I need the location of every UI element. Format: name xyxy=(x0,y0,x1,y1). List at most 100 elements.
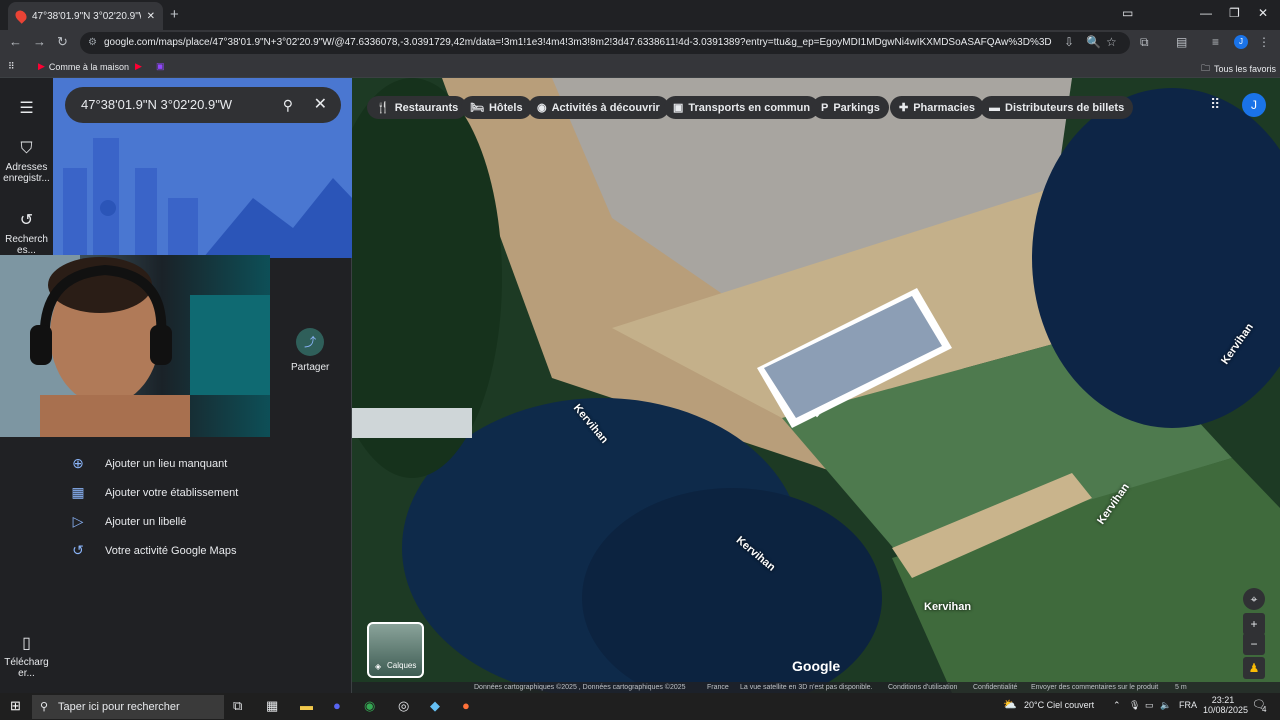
google-apps-icon[interactable]: ⠿ xyxy=(1210,96,1220,113)
menu-icon[interactable]: ⋮ xyxy=(1258,35,1270,49)
microphone-icon[interactable]: 🎙 xyxy=(1129,700,1140,711)
site-info-icon[interactable]: ⚙ xyxy=(88,32,97,54)
feedback-link[interactable]: Envoyer des commentaires sur le produit xyxy=(1031,684,1158,691)
bed-icon: 🛏 xyxy=(470,102,484,114)
close-icon[interactable]: ✕ xyxy=(314,87,327,123)
close-tab-icon[interactable]: ✕ xyxy=(147,11,155,22)
scale-bar[interactable]: 5 m xyxy=(1175,684,1187,691)
clock-time: 23:21 xyxy=(1211,695,1235,705)
zoom-in-button[interactable]: + xyxy=(1243,613,1265,635)
minimize-button[interactable]: — xyxy=(1200,6,1212,20)
privacy-link[interactable]: Confidentialité xyxy=(973,684,1017,691)
menu-label: Votre activité Google Maps xyxy=(105,544,237,557)
layers-label: Calques xyxy=(387,661,417,670)
terms-link[interactable]: Conditions d'utilisation xyxy=(888,684,957,691)
menu-label: Ajouter un lieu manquant xyxy=(105,457,228,470)
steam-icon[interactable]: ◆ xyxy=(430,698,440,714)
store-icon[interactable]: ▦ xyxy=(266,698,278,714)
weather-icon[interactable]: ⛅ xyxy=(1003,698,1017,711)
obs-icon[interactable]: ◎ xyxy=(398,698,409,714)
layers-button[interactable]: ◈ Calques xyxy=(367,622,424,678)
pegman-icon[interactable]: ♟ xyxy=(1243,657,1265,679)
menu-label: Ajouter un libellé xyxy=(105,515,187,528)
label-icon: ▷ xyxy=(72,513,84,529)
chip-hotels[interactable]: 🛏 Hôtels xyxy=(461,96,532,119)
chip-parking[interactable]: P Parkings xyxy=(812,96,889,119)
back-icon[interactable]: ← xyxy=(9,34,22,49)
clock-date: 10/08/2025 xyxy=(1203,705,1249,715)
profile-avatar[interactable]: J xyxy=(1234,35,1248,49)
chip-activities[interactable]: ◉ Activités à découvrir xyxy=(528,96,669,119)
windows-taskbar: ⊞ ⚲ Taper ici pour rechercher ⧉ ▦ ▬ ● ◉ … xyxy=(0,693,1280,720)
apps-icon[interactable]: ⠿ xyxy=(8,61,15,72)
windows-start-icon[interactable]: ⊞ xyxy=(10,698,21,714)
youtube-bookmark-icon[interactable]: ▶ xyxy=(135,61,142,72)
chip-atm[interactable]: ▬ Distributeurs de billets xyxy=(980,96,1134,119)
menu-add-business[interactable]: ▦ Ajouter votre établissement xyxy=(69,484,238,501)
chip-label: Activités à découvrir xyxy=(551,101,660,114)
menu-add-missing-place[interactable]: ⊕ Ajouter un lieu manquant xyxy=(69,455,227,472)
share-label: Partager xyxy=(291,362,330,373)
discord-icon[interactable]: ● xyxy=(333,698,341,713)
restore-button[interactable]: ❐ xyxy=(1229,6,1240,20)
sidepanel-icon[interactable]: ▤ xyxy=(1176,35,1187,49)
rail-recent[interactable]: ↺ Recherch es... xyxy=(0,210,53,256)
chip-label: Pharmacies xyxy=(913,101,975,114)
streamer-image xyxy=(0,255,270,437)
my-location-icon[interactable]: ⌖ xyxy=(1243,588,1265,610)
extensions-icon[interactable]: ⧉ xyxy=(1140,35,1149,50)
chip-transit[interactable]: ▣ Transports en commun xyxy=(664,96,820,119)
search-box[interactable]: 47°38'01.9"N 3°02'20.9"W ⚲ ✕ xyxy=(65,87,341,123)
task-view-icon[interactable]: ⧉ xyxy=(233,698,242,714)
cast-icon[interactable]: ▭ xyxy=(1122,6,1133,20)
search-icon[interactable]: ⚲ xyxy=(283,87,293,123)
menu-add-label[interactable]: ▷ Ajouter un libellé xyxy=(69,513,187,530)
atm-icon: ▬ xyxy=(989,101,1000,114)
tab-title: 47°38'01.9"N 3°02'20.9"W - Go xyxy=(32,10,141,22)
install-icon[interactable]: ⇩ xyxy=(1064,35,1074,49)
chip-pharmacies[interactable]: ✚ Pharmacies xyxy=(890,96,984,119)
url-field[interactable]: ⚙ google.com/maps/place/47°38'01.9"N+3°0… xyxy=(80,32,1130,54)
zoom-icon[interactable]: 🔍 xyxy=(1086,35,1101,49)
bookmark-star-icon[interactable]: ☆ xyxy=(1106,35,1117,49)
taskbar-search[interactable]: ⚲ Taper ici pour rechercher xyxy=(32,695,224,719)
rail-recent-label: Recherch es... xyxy=(5,234,48,256)
media-icon[interactable]: ≡ xyxy=(1212,35,1219,49)
rail-download-label: Télécharg er... xyxy=(4,657,49,679)
url-text: google.com/maps/place/47°38'01.9"N+3°02'… xyxy=(104,37,1052,48)
browser-tab[interactable]: 47°38'01.9"N 3°02'20.9"W - Go ✕ xyxy=(8,2,163,30)
new-tab-button[interactable]: + xyxy=(170,6,179,23)
clock[interactable]: 23:21 10/08/2025 xyxy=(1203,695,1249,715)
chip-restaurants[interactable]: 🍴 Restaurants xyxy=(367,96,468,119)
volume-icon[interactable]: 🔈 xyxy=(1160,700,1171,711)
file-explorer-icon[interactable]: ▬ xyxy=(300,698,313,713)
menu-hamburger-icon[interactable]: ☰ xyxy=(0,98,53,122)
network-icon[interactable]: ▭ xyxy=(1145,700,1154,711)
language-indicator[interactable]: FRA xyxy=(1179,700,1197,710)
share-button[interactable]: ⤴ Partager xyxy=(291,328,329,373)
add-location-icon: ⊕ xyxy=(72,455,84,471)
all-bookmarks[interactable]: 🗀 Tous les favoris xyxy=(1201,61,1276,77)
firefox-icon[interactable]: ● xyxy=(462,698,470,713)
show-hidden-icons[interactable]: ⌃ xyxy=(1113,700,1121,711)
rail-download[interactable]: ▯ Télécharg er... xyxy=(0,633,53,679)
chip-label: Hôtels xyxy=(488,101,523,114)
user-avatar[interactable]: J xyxy=(1242,93,1266,117)
chrome-icon[interactable]: ◉ xyxy=(364,698,375,714)
close-window-button[interactable]: ✕ xyxy=(1258,6,1268,20)
forward-icon[interactable]: → xyxy=(33,34,46,49)
reload-icon[interactable]: ↻ xyxy=(57,34,68,50)
attribution-country[interactable]: France xyxy=(707,684,729,691)
search-input[interactable]: 47°38'01.9"N 3°02'20.9"W xyxy=(81,97,232,112)
attribution-notice: La vue satellite en 3D n'est pas disponi… xyxy=(740,684,873,691)
zoom-out-button[interactable]: − xyxy=(1243,633,1265,655)
menu-maps-activity[interactable]: ↺ Votre activité Google Maps xyxy=(69,542,236,559)
chip-label: Transports en commun xyxy=(688,101,811,114)
weather-text[interactable]: 20°C Ciel couvert xyxy=(1024,700,1094,710)
bookmarks-bar: ⠿ ▶ Comme à la maison ▶ ▣ 🗀 Tous les fav… xyxy=(0,56,1280,78)
twitch-bookmark-icon[interactable]: ▣ xyxy=(156,61,165,72)
folder-icon: 🗀 xyxy=(1201,63,1211,73)
satellite-map[interactable]: Kervihan Kervihan Kervihan Kervihan Kerv… xyxy=(352,78,1280,693)
bookmark-item[interactable]: ▶ Comme à la maison xyxy=(38,61,129,72)
rail-saved[interactable]: ⛉ Adresses enregistr... xyxy=(0,140,53,184)
